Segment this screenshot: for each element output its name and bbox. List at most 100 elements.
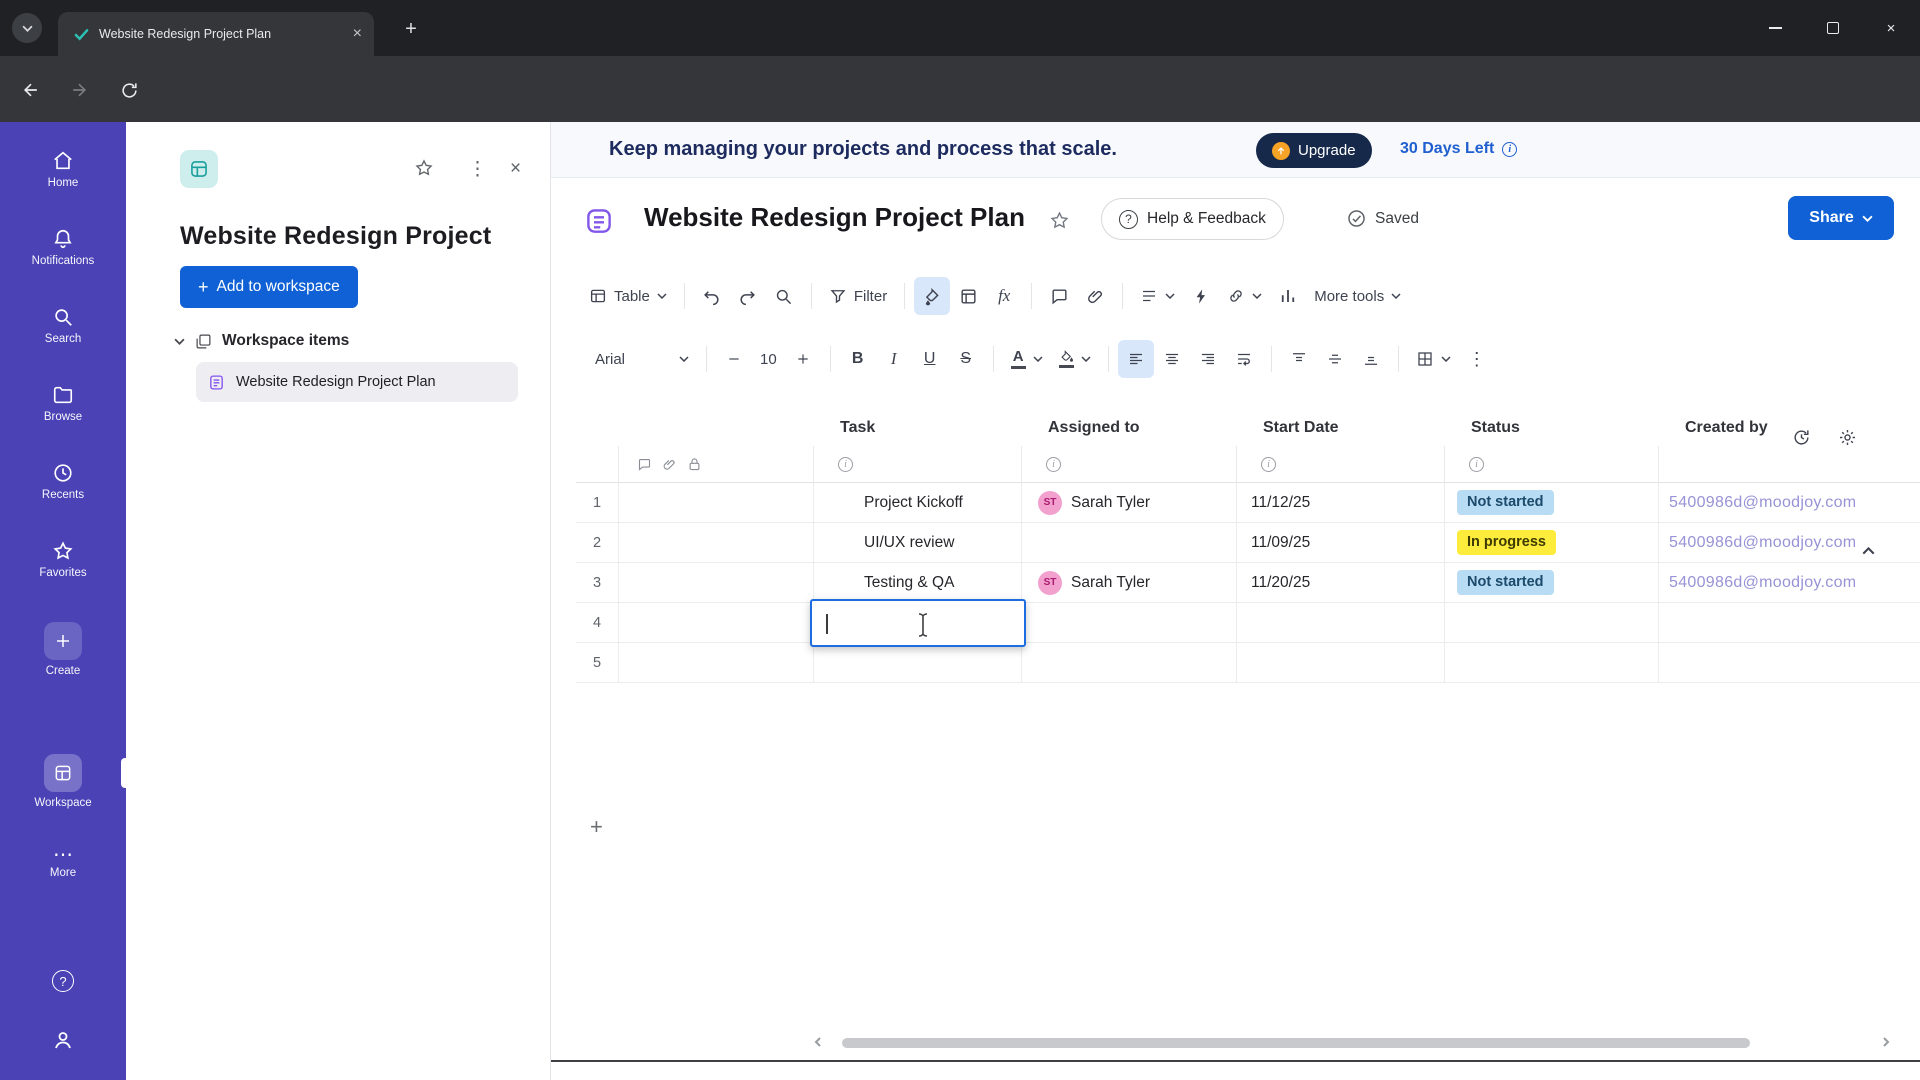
cell-task[interactable]: Testing & QA bbox=[814, 563, 1022, 603]
info-icon[interactable]: i bbox=[1261, 456, 1276, 472]
valign-middle-button[interactable] bbox=[1317, 340, 1353, 378]
cell-status[interactable]: Not started bbox=[1445, 483, 1659, 523]
font-size-decrease-button[interactable] bbox=[716, 340, 752, 378]
borders-button[interactable] bbox=[1408, 340, 1459, 378]
valign-bottom-button[interactable] bbox=[1353, 340, 1389, 378]
sidebar-item-search[interactable]: Search bbox=[0, 306, 126, 345]
comment-button[interactable] bbox=[1041, 277, 1077, 315]
cell-start-date[interactable]: 11/12/25 bbox=[1237, 483, 1445, 523]
account-button[interactable] bbox=[0, 1028, 126, 1057]
sidebar-item-favorites[interactable]: Favorites bbox=[0, 540, 126, 579]
sheet-list-item[interactable]: Website Redesign Project Plan bbox=[196, 362, 518, 402]
cell-assigned[interactable]: ST Sarah Tyler bbox=[1022, 563, 1237, 603]
help-button[interactable]: ? bbox=[0, 970, 126, 997]
cell-assigned[interactable]: ST Sarah Tyler bbox=[1022, 483, 1237, 523]
row-number[interactable]: 2 bbox=[576, 523, 619, 563]
panel-close-icon[interactable]: × bbox=[510, 158, 521, 180]
undo-button[interactable] bbox=[694, 277, 730, 315]
new-tab-button[interactable]: + bbox=[398, 16, 424, 42]
column-header-assigned[interactable]: Assigned to bbox=[1022, 410, 1237, 446]
forward-button[interactable] bbox=[66, 77, 92, 103]
cell-status[interactable]: In progress bbox=[1445, 523, 1659, 563]
align-center-button[interactable] bbox=[1154, 340, 1190, 378]
info-icon[interactable]: i bbox=[1469, 456, 1484, 472]
add-row-button[interactable]: + bbox=[590, 816, 603, 838]
window-maximize-button[interactable] bbox=[1804, 0, 1862, 56]
sidebar-item-create[interactable]: Create bbox=[0, 622, 126, 677]
cell-start-date[interactable]: 11/20/25 bbox=[1237, 563, 1445, 603]
attachment-column-icon[interactable] bbox=[662, 457, 677, 472]
fill-color-button[interactable] bbox=[1051, 340, 1099, 378]
workspace-items-section[interactable]: Workspace items bbox=[174, 332, 349, 350]
upgrade-button[interactable]: Upgrade bbox=[1256, 133, 1372, 168]
row-number[interactable]: 4 bbox=[576, 603, 619, 643]
cell-format-button[interactable] bbox=[950, 277, 986, 315]
info-icon[interactable]: i bbox=[1502, 141, 1518, 157]
tab-close-icon[interactable]: × bbox=[353, 26, 362, 42]
cell-assigned[interactable] bbox=[1022, 523, 1237, 563]
column-header-created[interactable]: Created by bbox=[1659, 410, 1920, 446]
reload-button[interactable] bbox=[116, 77, 142, 103]
italic-button[interactable]: I bbox=[876, 340, 912, 378]
window-minimize-button[interactable] bbox=[1746, 0, 1804, 56]
comment-column-icon[interactable] bbox=[637, 457, 652, 472]
search-sheet-button[interactable] bbox=[766, 277, 802, 315]
back-button[interactable] bbox=[18, 77, 44, 103]
bold-button[interactable]: B bbox=[840, 340, 876, 378]
chevron-down-icon[interactable] bbox=[174, 338, 185, 345]
row-number[interactable]: 3 bbox=[576, 563, 619, 603]
redo-button[interactable] bbox=[730, 277, 766, 315]
row-number[interactable]: 1 bbox=[576, 483, 619, 523]
cell-task[interactable] bbox=[814, 643, 1022, 683]
cell-created-by[interactable]: 5400986d@moodjoy.com bbox=[1659, 483, 1920, 523]
cell-status[interactable]: Not started bbox=[1445, 563, 1659, 603]
cell-created-by[interactable]: 5400986d@moodjoy.com bbox=[1659, 523, 1920, 563]
cell-status[interactable] bbox=[1445, 603, 1659, 643]
sidebar-item-notifications[interactable]: Notifications bbox=[0, 228, 126, 267]
font-size-value[interactable]: 10 bbox=[752, 340, 785, 378]
formula-button[interactable]: fx bbox=[986, 277, 1022, 315]
info-icon[interactable]: i bbox=[1046, 456, 1061, 472]
cell-start-date[interactable] bbox=[1237, 603, 1445, 643]
format-overflow-icon[interactable]: ⋮ bbox=[1459, 340, 1495, 378]
sidebar-item-workspace[interactable]: Workspace bbox=[0, 754, 126, 809]
add-to-workspace-button[interactable]: + Add to workspace bbox=[180, 266, 358, 308]
cell-created-by[interactable] bbox=[1659, 603, 1920, 643]
cell-task[interactable]: Project Kickoff bbox=[814, 483, 1022, 523]
row-actions-button[interactable] bbox=[1132, 277, 1183, 315]
view-selector[interactable]: Table bbox=[581, 277, 675, 315]
cell-created-by[interactable]: 5400986d@moodjoy.com bbox=[1659, 563, 1920, 603]
scroll-left-arrow[interactable] bbox=[812, 1036, 824, 1048]
horizontal-scrollbar[interactable] bbox=[842, 1038, 1750, 1048]
column-header-status[interactable]: Status bbox=[1445, 410, 1659, 446]
font-color-button[interactable]: A bbox=[1003, 340, 1051, 378]
column-header-start[interactable]: Start Date bbox=[1237, 410, 1445, 446]
cell-created-by[interactable] bbox=[1659, 643, 1920, 683]
fill-background-button[interactable] bbox=[914, 277, 951, 315]
favorite-star-icon[interactable] bbox=[1049, 210, 1070, 231]
column-header-task[interactable]: Task bbox=[814, 410, 1022, 446]
scroll-right-arrow[interactable] bbox=[1880, 1036, 1892, 1048]
underline-button[interactable]: U bbox=[912, 340, 948, 378]
cell-status[interactable] bbox=[1445, 643, 1659, 683]
cell-start-date[interactable] bbox=[1237, 643, 1445, 683]
tab-search-button[interactable] bbox=[12, 13, 42, 43]
align-right-button[interactable] bbox=[1190, 340, 1226, 378]
automation-button[interactable] bbox=[1183, 277, 1219, 315]
cell-assigned[interactable] bbox=[1022, 603, 1237, 643]
lock-column-icon[interactable] bbox=[687, 457, 702, 472]
panel-menu-icon[interactable]: ⋮ bbox=[468, 158, 487, 181]
cell-start-date[interactable]: 11/09/25 bbox=[1237, 523, 1445, 563]
help-feedback-button[interactable]: ? Help & Feedback bbox=[1101, 198, 1284, 240]
panel-star-icon[interactable] bbox=[414, 158, 434, 178]
font-family-selector[interactable]: Arial bbox=[587, 340, 697, 378]
sidebar-item-more[interactable]: ⋯ More bbox=[0, 845, 126, 879]
strikethrough-button[interactable]: S bbox=[948, 340, 984, 378]
info-icon[interactable]: i bbox=[838, 456, 853, 472]
chart-button[interactable] bbox=[1270, 277, 1306, 315]
window-close-button[interactable]: × bbox=[1862, 0, 1920, 56]
attachment-button[interactable] bbox=[1077, 277, 1113, 315]
filter-button[interactable]: Filter bbox=[821, 277, 895, 315]
sidebar-item-recents[interactable]: Recents bbox=[0, 462, 126, 501]
align-left-button[interactable] bbox=[1117, 340, 1154, 378]
